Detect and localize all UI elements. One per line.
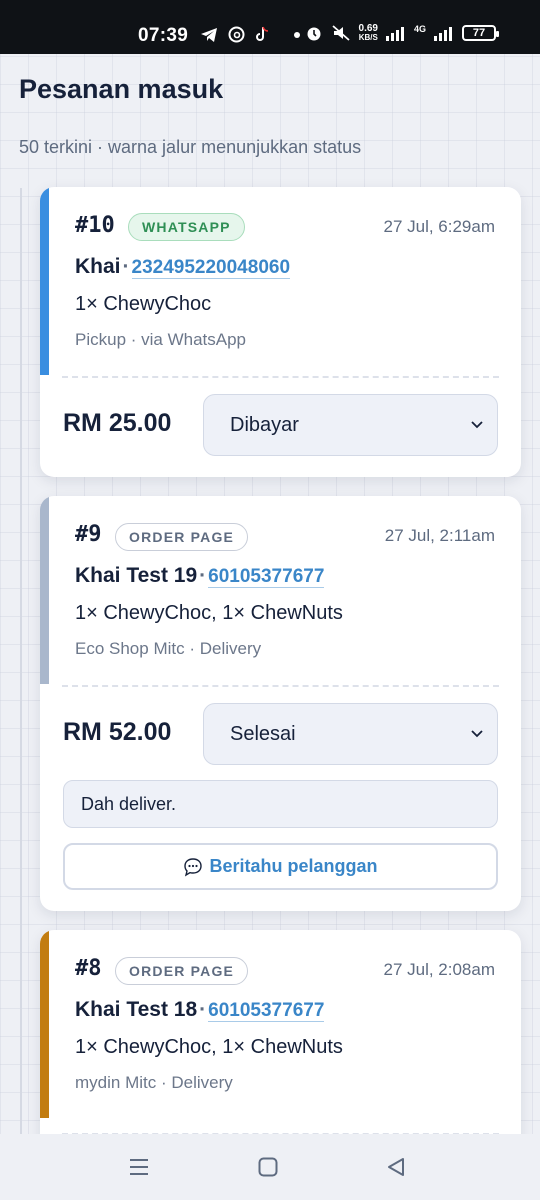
alarm-icon	[307, 27, 321, 41]
customer-line: Khai Test 18· 60105377677	[75, 998, 325, 1022]
customer-line: Khai Test 19· 60105377677	[75, 564, 325, 588]
status-stripe	[40, 496, 49, 684]
order-number: #9	[75, 522, 102, 547]
order-date: 27 Jul, 2:08am	[383, 960, 495, 979]
tiktok-icon	[256, 26, 269, 41]
speech-bubble-icon	[184, 857, 203, 876]
order-date: 27 Jul, 2:11am	[384, 526, 495, 545]
order-items: 1× ChewyChoc, 1× ChewNuts	[75, 1036, 343, 1058]
telegram-icon	[201, 27, 217, 42]
order-number: #8	[75, 956, 102, 981]
page-subtitle: 50 terkini · warna jalur menunjukkan sta…	[19, 137, 362, 157]
home-icon[interactable]	[257, 1156, 279, 1178]
threads-icon	[228, 26, 245, 43]
signal-icon-2	[434, 26, 452, 41]
page-title: Pesanan masuk	[19, 74, 224, 104]
order-card[interactable]: #9 ORDER PAGE 27 Jul, 2:11am Khai Test 1…	[40, 496, 521, 911]
mute-icon	[331, 25, 350, 41]
order-items: 1× ChewyChoc	[75, 293, 212, 315]
order-note-field[interactable]: Dah deliver.	[63, 780, 498, 828]
order-meta: mydin Mitc · Delivery	[75, 1073, 233, 1092]
card-divider	[62, 376, 499, 378]
order-note-value: Dah deliver.	[81, 793, 177, 814]
status-stripe	[40, 930, 49, 1118]
order-price: RM 25.00	[63, 409, 172, 437]
menu-icon[interactable]	[128, 1156, 150, 1178]
customer-phone-link[interactable]: 60105377677	[208, 566, 325, 588]
battery-icon: 77	[462, 25, 499, 41]
network-type: 4G	[413, 24, 426, 34]
notify-customer-button[interactable]: Beritahu pelanggan	[63, 843, 498, 890]
status-stripe	[40, 187, 49, 375]
status-notification-icons	[200, 26, 300, 43]
card-divider	[62, 685, 499, 687]
channel-badge: WHATSAPP	[128, 213, 245, 241]
chevron-down-icon	[471, 730, 483, 738]
network-speed: 0.69 KB/S	[358, 23, 378, 43]
timeline-line	[20, 188, 22, 1138]
order-price: RM 52.00	[63, 718, 172, 746]
customer-name: Khai Test 19	[75, 564, 198, 587]
status-time: 07:39	[138, 25, 189, 46]
status-select-value: Selesai	[230, 722, 296, 745]
notify-customer-label: Beritahu pelanggan	[209, 856, 378, 876]
order-meta: Pickup · via WhatsApp	[75, 330, 247, 349]
battery-level: 77	[472, 27, 486, 39]
signal-icon	[385, 26, 404, 41]
more-notifications-dot	[294, 31, 300, 38]
status-select[interactable]: Dibayar	[203, 394, 498, 456]
order-meta: Eco Shop Mitc · Delivery	[75, 639, 262, 658]
order-items: 1× ChewyChoc, 1× ChewNuts	[75, 602, 343, 624]
order-card[interactable]: #10 WHATSAPP 27 Jul, 6:29am Khai· 2324952…	[40, 187, 521, 477]
customer-phone-link[interactable]: 60105377677	[208, 1000, 325, 1022]
channel-badge: ORDER PAGE	[115, 957, 249, 985]
network-speed-value: 0.69	[358, 23, 378, 34]
status-system-icons: 0.69 KB/S 4G 77	[305, 23, 499, 43]
chevron-down-icon	[471, 421, 483, 429]
back-icon[interactable]	[385, 1156, 407, 1178]
status-bar: 07:39 0.69 KB/S 4G 77	[0, 0, 540, 54]
customer-phone-link[interactable]: 232495220048060	[131, 257, 291, 279]
customer-line: Khai· 232495220048060	[75, 255, 291, 279]
channel-badge: ORDER PAGE	[115, 523, 249, 551]
customer-name: Khai	[75, 255, 121, 278]
order-date: 27 Jul, 6:29am	[383, 217, 495, 236]
customer-name: Khai Test 18	[75, 998, 198, 1021]
status-select[interactable]: Selesai	[203, 703, 498, 765]
system-nav-bar	[0, 1134, 540, 1200]
status-select-value: Dibayar	[230, 413, 299, 436]
order-card[interactable]: #8 ORDER PAGE 27 Jul, 2:08am Khai Test 1…	[40, 930, 521, 1160]
order-number: #10	[75, 213, 115, 238]
network-speed-unit: KB/S	[358, 33, 378, 42]
